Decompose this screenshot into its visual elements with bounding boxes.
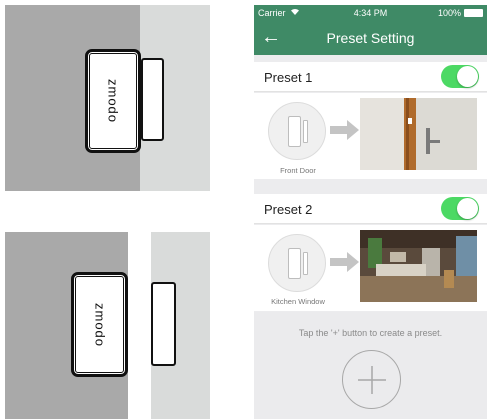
preset-location-label: Front Door: [280, 166, 316, 175]
sensor-magnet: [151, 282, 176, 366]
sensor-brand: zmodo: [92, 302, 107, 347]
door-sensor: zmodo: [85, 49, 141, 153]
plus-icon: [358, 366, 386, 394]
preset-location-label: Kitchen Window: [271, 297, 325, 306]
create-preset-area: Tap the '+' button to create a preset.: [254, 312, 487, 419]
mini-magnet: [303, 252, 308, 275]
battery-icon: [464, 9, 483, 17]
preset-toggle[interactable]: [441, 197, 479, 220]
add-preset-button[interactable]: [342, 350, 401, 409]
door-sensor-icon: [268, 102, 326, 160]
preset-card[interactable]: Kitchen Window: [254, 225, 487, 311]
door-sensor-icon: [268, 234, 326, 292]
preset-toggle[interactable]: [441, 65, 479, 88]
front-door-photo: [360, 98, 477, 170]
page-title: Preset Setting: [326, 30, 415, 46]
preset-header: Preset 2: [254, 194, 487, 224]
nav-bar: ← Preset Setting: [254, 21, 487, 55]
sensor-brand: zmodo: [105, 78, 121, 124]
illustration-bottom: zmodo: [5, 232, 210, 419]
create-preset-hint: Tap the '+' button to create a preset.: [298, 328, 443, 338]
arrow-right-icon: [330, 120, 359, 140]
toggle-knob: [457, 66, 478, 87]
phone-screen: Carrier 4:34 PM 100% ← Preset Setting Pr…: [254, 5, 487, 419]
preset-header: Preset 1: [254, 62, 487, 92]
door-sensor: zmodo: [71, 272, 128, 377]
preset-name: Preset 1: [264, 70, 313, 85]
preset-name: Preset 2: [264, 202, 313, 217]
preset-card[interactable]: Front Door: [254, 93, 487, 179]
mini-sensor: [288, 116, 301, 147]
toggle-knob: [457, 198, 478, 219]
mini-sensor: [288, 248, 301, 279]
kitchen-photo: [360, 230, 477, 302]
battery-percent: 100%: [437, 8, 461, 18]
sensor-magnet: [141, 58, 164, 141]
arrow-right-icon: [330, 252, 359, 272]
illustration-top: zmodo: [5, 5, 210, 191]
status-bar: Carrier 4:34 PM 100%: [254, 5, 487, 21]
mini-magnet: [303, 120, 308, 143]
